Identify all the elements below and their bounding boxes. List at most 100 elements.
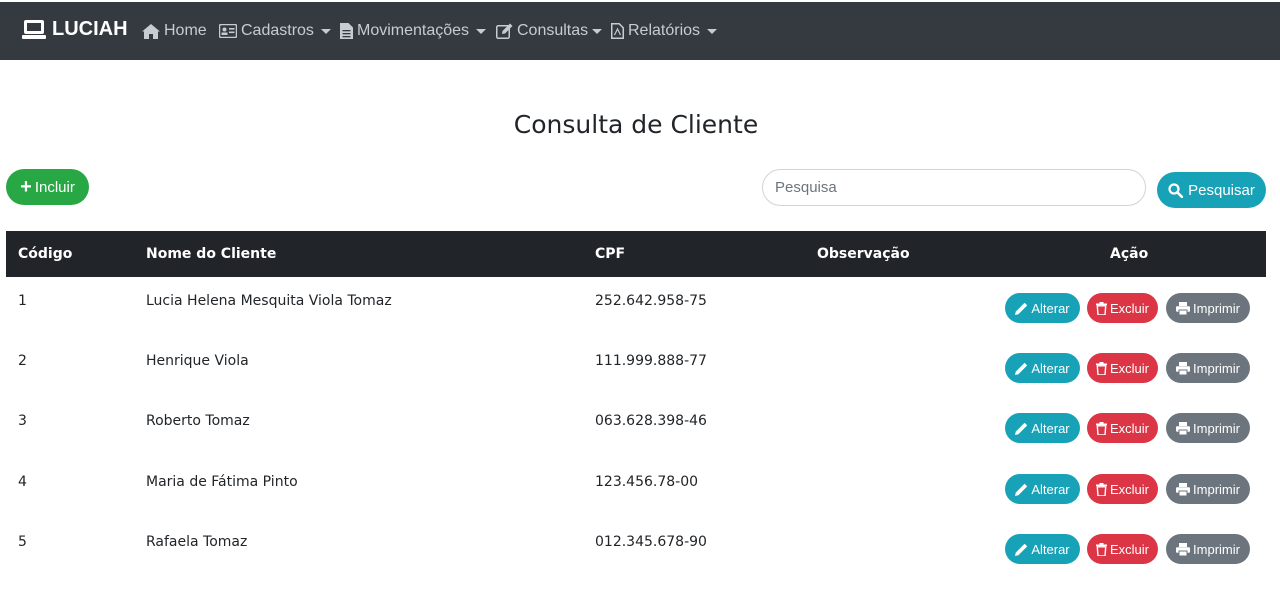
brand-link[interactable]: LUCIAH: [22, 18, 128, 41]
delete-button-label: Excluir: [1109, 420, 1149, 436]
cell-cpf: 111.999.888-77: [595, 353, 707, 369]
trash-icon: [1095, 542, 1107, 556]
include-button[interactable]: + Incluir: [6, 169, 89, 205]
delete-button[interactable]: Excluir: [1087, 474, 1158, 504]
chevron-down-icon: [592, 28, 603, 34]
nav-consultas-label: Consultas: [517, 22, 589, 39]
pencil-icon: [1015, 302, 1028, 315]
edit-button-label: Alterar: [1031, 481, 1070, 497]
cell-codigo: 2: [18, 353, 27, 369]
print-button-label: Imprimir: [1193, 541, 1240, 557]
table-row: 1 Lucia Helena Mesquita Viola Tomaz 252.…: [6, 277, 1266, 337]
pencil-icon: [1015, 483, 1028, 496]
cell-cpf: 252.642.958-75: [595, 293, 707, 309]
home-icon: [142, 23, 160, 39]
table-header: Código Nome do Cliente CPF Observação Aç…: [6, 231, 1266, 277]
cell-nome: Henrique Viola: [146, 353, 249, 369]
top-navbar: LUCIAH Home Cadastros Movimentações Cons…: [0, 0, 1280, 60]
delete-button-label: Excluir: [1109, 360, 1149, 376]
cell-cpf: 063.628.398-46: [595, 413, 707, 429]
search-button[interactable]: Pesquisar: [1157, 172, 1266, 208]
cell-nome: Rafaela Tomaz: [146, 534, 248, 550]
nav-relatorios-label: Relatórios: [628, 22, 701, 39]
file-text-icon: [340, 23, 353, 39]
pencil-icon: [1015, 422, 1028, 435]
nav-movimentacoes[interactable]: Movimentações: [340, 22, 487, 40]
chevron-down-icon: [320, 28, 331, 34]
print-button[interactable]: Imprimir: [1166, 293, 1250, 323]
cell-cpf: 012.345.678-90: [595, 534, 707, 550]
pencil-icon: [1015, 362, 1028, 375]
table-row: 2 Henrique Viola 111.999.888-77 Alterar …: [6, 337, 1266, 397]
print-button[interactable]: Imprimir: [1166, 413, 1250, 443]
edit-button-label: Alterar: [1031, 420, 1070, 436]
search-input[interactable]: [762, 169, 1146, 206]
print-icon: [1176, 421, 1191, 435]
print-icon: [1176, 482, 1191, 496]
delete-button-label: Excluir: [1109, 300, 1149, 316]
cell-codigo: 5: [18, 534, 27, 550]
print-button-label: Imprimir: [1193, 300, 1240, 316]
header-observacao: Observação: [817, 246, 910, 262]
trash-icon: [1095, 301, 1107, 315]
print-button-label: Imprimir: [1193, 481, 1240, 497]
edit-button[interactable]: Alterar: [1005, 353, 1080, 383]
delete-button[interactable]: Excluir: [1087, 534, 1158, 564]
edit-button-label: Alterar: [1031, 541, 1070, 557]
cell-codigo: 1: [18, 293, 27, 309]
print-button[interactable]: Imprimir: [1166, 474, 1250, 504]
table-row: 5 Rafaela Tomaz 012.345.678-90 Alterar E…: [6, 518, 1266, 578]
cell-nome: Lucia Helena Mesquita Viola Tomaz: [146, 293, 392, 309]
brand-label: LUCIAH: [52, 18, 128, 40]
delete-button[interactable]: Excluir: [1087, 413, 1158, 443]
page-title: Consulta de Cliente: [513, 110, 759, 139]
nav-home[interactable]: Home: [142, 22, 207, 40]
delete-button[interactable]: Excluir: [1087, 353, 1158, 383]
trash-icon: [1095, 361, 1107, 375]
laptop-icon: [22, 19, 46, 39]
print-button-label: Imprimir: [1193, 360, 1240, 376]
chevron-down-icon: [707, 28, 718, 34]
print-button-label: Imprimir: [1193, 420, 1240, 436]
print-icon: [1176, 301, 1191, 315]
cell-cpf: 123.456.78-00: [595, 474, 699, 490]
edit-button-label: Alterar: [1031, 360, 1070, 376]
plus-icon: +: [20, 176, 32, 198]
delete-button-label: Excluir: [1109, 481, 1149, 497]
delete-button-label: Excluir: [1109, 541, 1149, 557]
nav-cadastros[interactable]: Cadastros: [219, 22, 331, 40]
chevron-down-icon: [476, 28, 487, 34]
edit-button[interactable]: Alterar: [1005, 413, 1080, 443]
pencil-icon: [1015, 543, 1028, 556]
file-pdf-icon: [611, 23, 624, 39]
trash-icon: [1095, 421, 1107, 435]
nav-cadastros-label: Cadastros: [241, 22, 314, 39]
header-acao: Ação: [1110, 246, 1149, 262]
nav-movimentacoes-label: Movimentações: [357, 22, 470, 39]
trash-icon: [1095, 482, 1107, 496]
print-button[interactable]: Imprimir: [1166, 353, 1250, 383]
header-codigo: Código: [18, 246, 73, 262]
edit-button-label: Alterar: [1031, 300, 1070, 316]
search-button-label: Pesquisar: [1188, 181, 1255, 199]
cell-codigo: 4: [18, 474, 27, 490]
edit-button[interactable]: Alterar: [1005, 293, 1080, 323]
include-button-label: Incluir: [34, 178, 75, 196]
delete-button[interactable]: Excluir: [1087, 293, 1158, 323]
cell-nome: Roberto Tomaz: [146, 413, 250, 429]
search-icon: [1168, 182, 1184, 198]
nav-home-label: Home: [164, 22, 207, 39]
print-icon: [1176, 361, 1191, 375]
cell-codigo: 3: [18, 413, 27, 429]
edit-button[interactable]: Alterar: [1005, 534, 1080, 564]
nav-consultas[interactable]: Consultas: [496, 22, 603, 40]
table-row: 3 Roberto Tomaz 063.628.398-46 Alterar E…: [6, 397, 1266, 457]
nav-relatorios[interactable]: Relatórios: [611, 22, 718, 40]
print-icon: [1176, 542, 1191, 556]
header-cpf: CPF: [595, 246, 626, 262]
edit-button[interactable]: Alterar: [1005, 474, 1080, 504]
cell-nome: Maria de Fátima Pinto: [146, 474, 298, 490]
edit-icon: [496, 23, 513, 39]
print-button[interactable]: Imprimir: [1166, 534, 1250, 564]
header-nome: Nome do Cliente: [146, 246, 277, 262]
